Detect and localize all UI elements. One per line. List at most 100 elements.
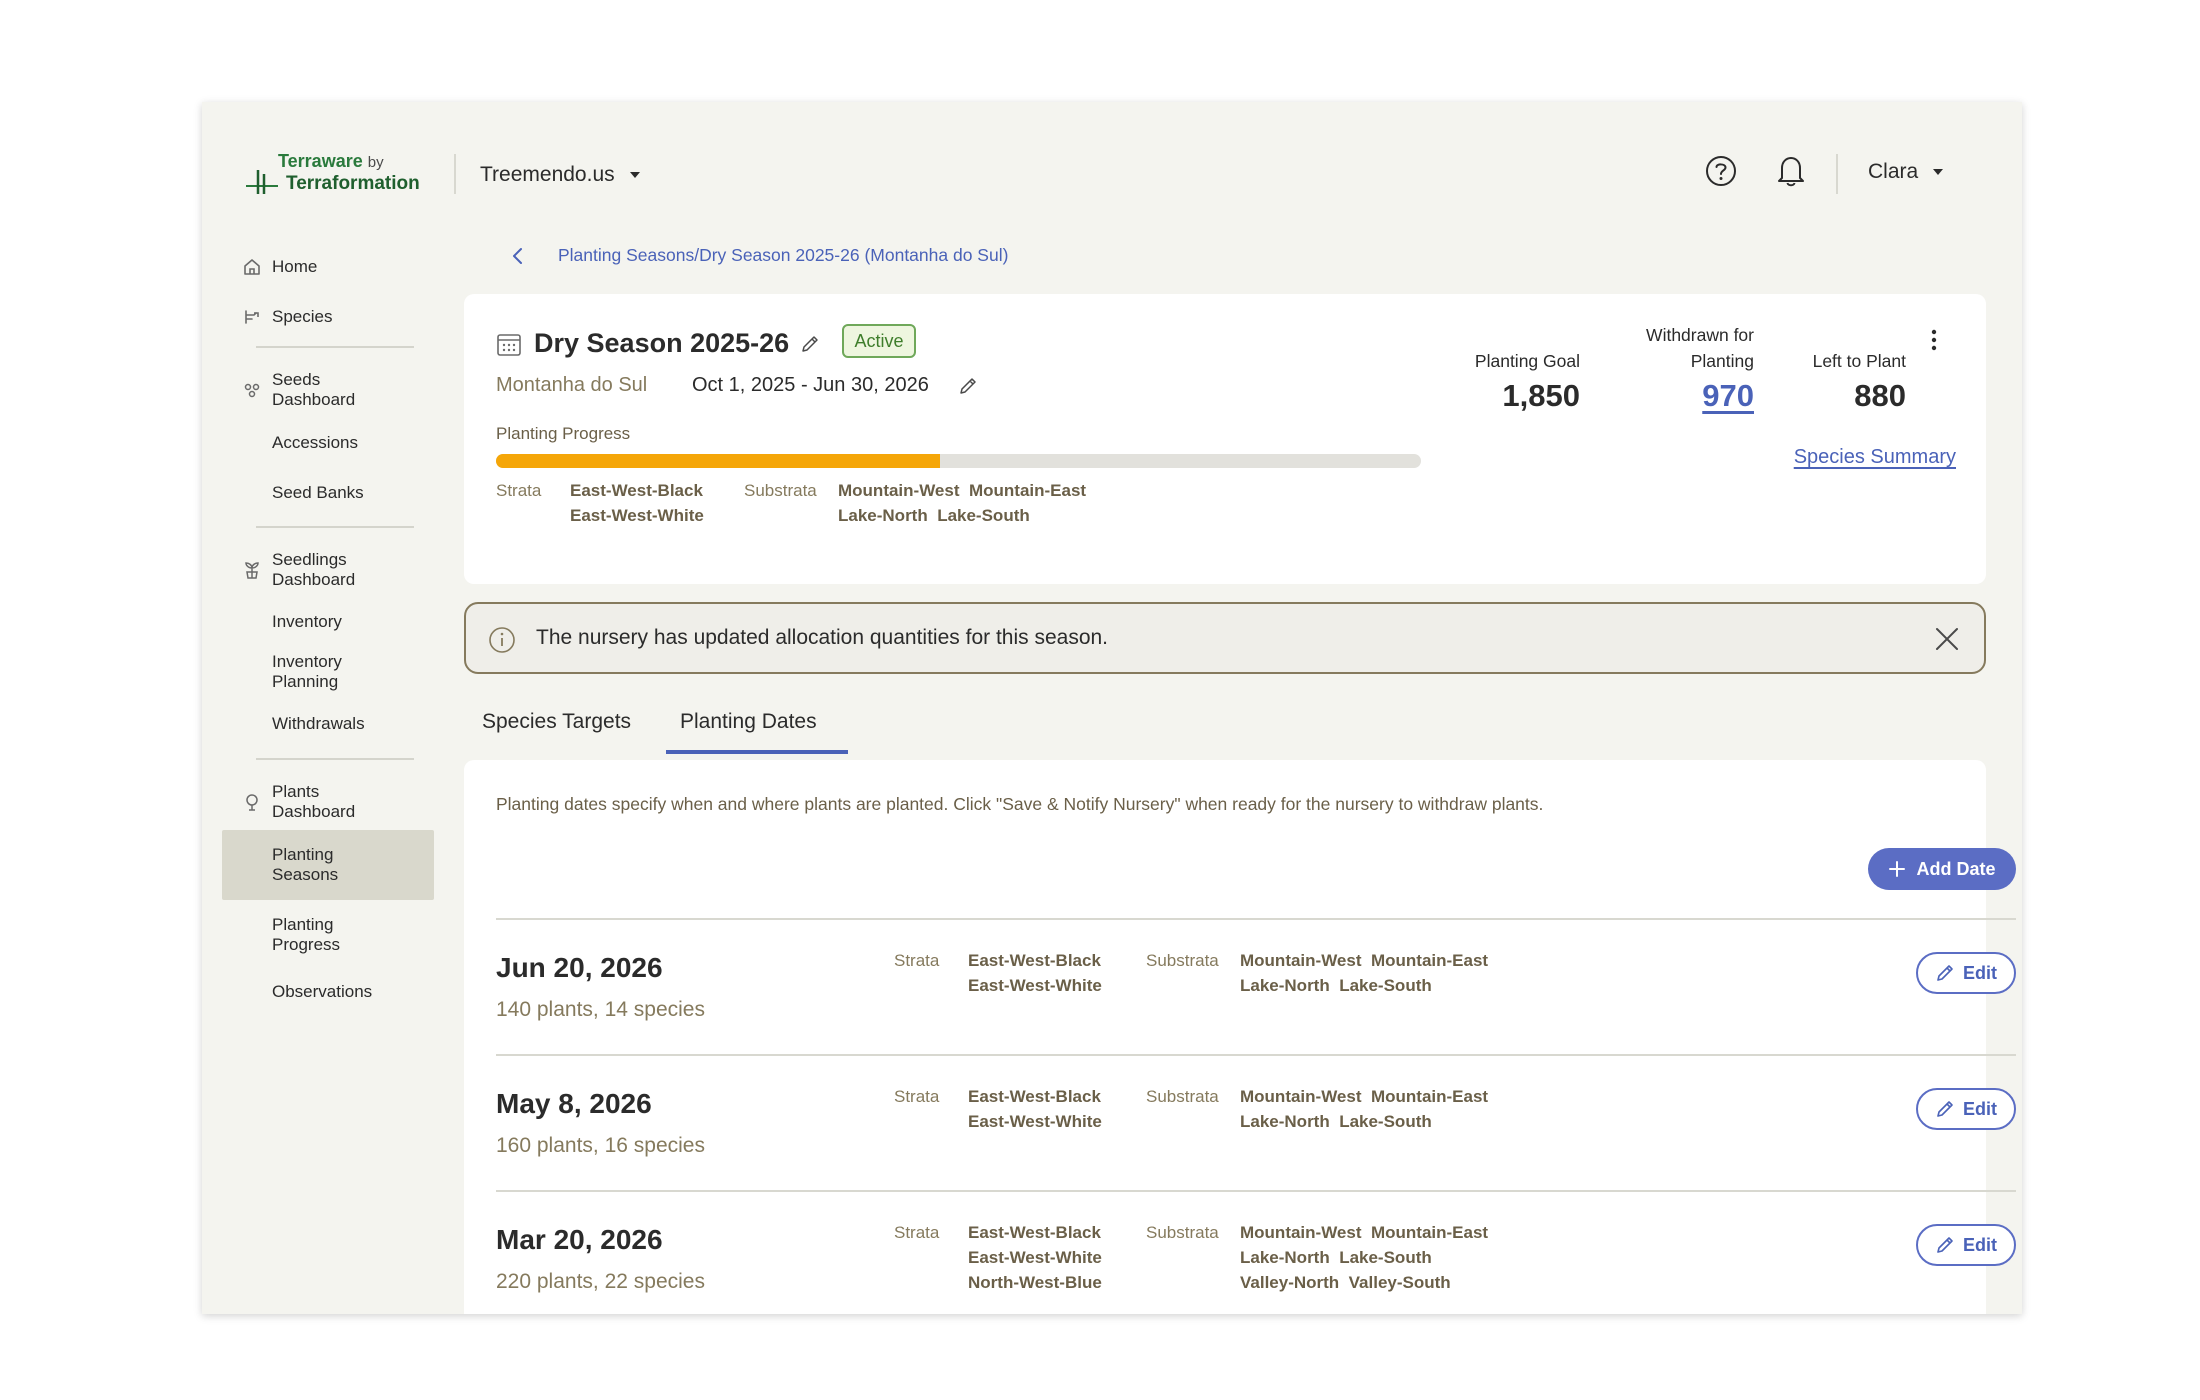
org-selector[interactable]: Treemendo.us: [480, 160, 641, 190]
sidebar-item-label: Species: [272, 307, 333, 326]
stat-label: Left to Plant: [1812, 351, 1906, 371]
substrata-label: Substrata: [744, 481, 817, 500]
sidebar-item-seeds-dashboard[interactable]: Seeds Dashboard: [222, 366, 434, 414]
sidebar-item-seedlings-dashboard[interactable]: Seedlings Dashboard: [222, 546, 434, 594]
strata-value: North-West-Blue: [968, 1273, 1102, 1292]
chevron-down-icon: [1933, 169, 1944, 175]
edit-label: Edit: [1963, 962, 1997, 983]
bell-icon[interactable]: [1774, 152, 1808, 188]
sidebar-item-species[interactable]: Species: [222, 292, 434, 342]
banner-message: The nursery has updated allocation quant…: [536, 626, 1109, 649]
substrata-label: Substrata: [1146, 1223, 1219, 1242]
season-strata: Strata East-West-Black East-West-White: [496, 478, 730, 528]
strata-value: East-West-White: [968, 976, 1102, 995]
substrata-value: Lake-South: [1339, 976, 1432, 995]
strata-values: East-West-Black East-West-White: [968, 1084, 1144, 1134]
pencil-icon: [1937, 965, 1953, 981]
row-strata: Strata East-West-Black East-West-White: [894, 1084, 1144, 1134]
edit-button[interactable]: Edit: [1916, 952, 2016, 994]
stat-label: Planting Goal: [1474, 351, 1580, 371]
user-menu[interactable]: Clara: [1868, 160, 1944, 184]
substrata-value: Valley-North: [1240, 1273, 1340, 1292]
sidebar-item-plants-dashboard[interactable]: Plants Dashboard: [222, 778, 434, 826]
planting-date-row: Jun 20, 2026 140 plants, 14 species Stra…: [464, 920, 2016, 1056]
sidebar-item-label: Seeds Dashboard: [272, 370, 356, 409]
sidebar-item-accessions[interactable]: Accessions: [222, 418, 434, 468]
substrata-value: Lake-North: [838, 506, 928, 525]
stat-left-to-plant: Left to Plant 880: [1813, 348, 1906, 414]
season-date-range: Oct 1, 2025 - Jun 30, 2026: [692, 374, 929, 396]
pencil-icon[interactable]: [800, 334, 820, 354]
species-icon: [245, 310, 259, 324]
close-icon[interactable]: [1934, 626, 1960, 652]
terraware-logo[interactable]: Terraware by Terraformation: [244, 150, 432, 196]
chevron-down-icon: [629, 172, 640, 178]
substrata-value: Lake-South: [1339, 1112, 1432, 1131]
substrata-values: Mountain-West Mountain-East Lake-North L…: [838, 478, 1138, 528]
sidebar-item-label: Withdrawals: [272, 714, 365, 733]
sidebar-item-inventory[interactable]: Inventory: [222, 596, 434, 648]
edit-button[interactable]: Edit: [1916, 1088, 2016, 1130]
edit-label: Edit: [1963, 1234, 1997, 1255]
strata-values: East-West-Black East-West-White: [968, 948, 1144, 998]
planting-date-summary: 160 plants, 16 species: [496, 1134, 705, 1157]
substrata-label: Substrata: [1146, 951, 1219, 970]
seedlings-icon: [245, 562, 259, 579]
plus-icon: [1889, 861, 1906, 877]
planting-dates-card: Planting dates specify when and where pl…: [464, 760, 2016, 1314]
substrata-values: Mountain-West Mountain-East Lake-North L…: [1240, 948, 1560, 998]
stat-value: 1,850: [1502, 378, 1580, 413]
info-banner: The nursery has updated allocation quant…: [464, 602, 1986, 674]
stat-label: Withdrawn for Planting: [1646, 325, 1754, 371]
sidebar-item-seed-banks[interactable]: Seed Banks: [222, 468, 434, 518]
sidebar-item-planting-seasons[interactable]: Planting Seasons: [222, 830, 434, 900]
row-substrata: Substrata Mountain-West Mountain-East La…: [1146, 948, 1560, 998]
info-icon: [489, 627, 515, 653]
add-date-label: Add Date: [1916, 858, 1996, 879]
row-strata: Strata East-West-Black East-West-White N…: [894, 1220, 1144, 1295]
substrata-value: Mountain-East: [1370, 1087, 1489, 1106]
species-summary-link[interactable]: Species Summary: [1794, 446, 1956, 469]
tab-species-targets[interactable]: Species Targets: [482, 710, 631, 734]
strata-value: East-West-White: [968, 1248, 1102, 1267]
strata-label: Strata: [496, 481, 542, 500]
substrata-value: Lake-South: [1339, 1248, 1432, 1267]
strata-label: Strata: [894, 951, 940, 970]
sidebar-item-observations[interactable]: Observations: [222, 970, 434, 1014]
substrata-values: Mountain-West Mountain-East Lake-North L…: [1240, 1084, 1560, 1134]
strata-label: Strata: [894, 1223, 940, 1242]
tab-planting-dates[interactable]: Planting Dates: [680, 710, 817, 734]
planting-dates-help: Planting dates specify when and where pl…: [496, 794, 1544, 814]
withdrawn-value-link[interactable]: 970: [1624, 378, 1754, 414]
status-badge: Active: [842, 324, 916, 358]
row-strata: Strata East-West-Black East-West-White: [894, 948, 1144, 998]
substrata-value: Mountain-West: [1240, 951, 1362, 970]
sidebar-divider: [256, 758, 414, 760]
back-arrow-icon[interactable]: [508, 244, 528, 268]
substrata-value: Lake-North: [1240, 976, 1330, 995]
header-divider: [1836, 154, 1838, 194]
active-tab-indicator: [666, 750, 848, 754]
pencil-icon: [1937, 1237, 1953, 1253]
sidebar-item-withdrawals[interactable]: Withdrawals: [222, 698, 434, 750]
sidebar-item-inventory-planning[interactable]: Inventory Planning: [222, 648, 434, 696]
sidebar-item-planting-progress[interactable]: Planting Progress: [222, 900, 434, 970]
planting-progress-bar: [496, 454, 1421, 468]
season-summary-card: Dry Season 2025-26 Active Montanha do Su…: [464, 294, 1986, 584]
sidebar-item-home[interactable]: Home: [222, 242, 434, 292]
brand-company: Terraformation: [286, 173, 420, 194]
planting-date-row: Mar 20, 2026 220 plants, 22 species Stra…: [464, 1192, 2016, 1314]
more-options-icon[interactable]: [1928, 326, 1940, 354]
planting-date: May 8, 2026: [496, 1088, 652, 1119]
plants-icon: [246, 794, 258, 811]
terraware-logo-icon: [246, 170, 278, 194]
header-divider: [454, 154, 456, 194]
breadcrumb[interactable]: Planting Seasons/Dry Season 2025-26 (Mon…: [558, 245, 1008, 266]
edit-button[interactable]: Edit: [1916, 1224, 2016, 1266]
sidebar-item-label: Seed Banks: [272, 483, 364, 502]
pencil-icon[interactable]: [958, 376, 978, 396]
add-date-button[interactable]: Add Date: [1868, 848, 2016, 890]
substrata-value: Lake-North: [1240, 1112, 1330, 1131]
sidebar-item-label: Inventory: [272, 612, 342, 631]
help-icon[interactable]: [1704, 154, 1738, 188]
